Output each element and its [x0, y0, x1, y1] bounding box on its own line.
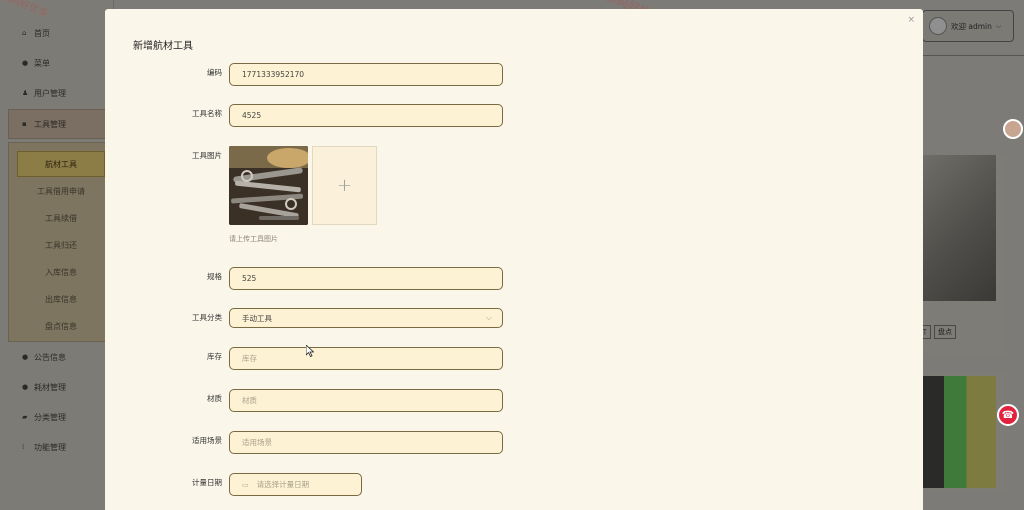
user-menu[interactable]: 欢迎 admin ⌵: [922, 10, 1014, 42]
close-icon[interactable]: ×: [907, 15, 915, 25]
material-field[interactable]: 材质: [229, 389, 503, 412]
field-label: 材质: [207, 394, 222, 403]
uploaded-image[interactable]: [229, 146, 308, 225]
field-label: 编码: [207, 68, 222, 77]
submenu: 航材工具 工具借用申请 工具续借 工具归还 入库信息 出库信息 盘点信息: [8, 142, 106, 342]
sidebar-item-users[interactable]: ♟ 用户管理: [8, 78, 106, 108]
stock-field[interactable]: 库存: [229, 347, 503, 370]
field-label: 计量日期: [192, 478, 222, 487]
assistant-avatar[interactable]: [1003, 119, 1023, 139]
category-select[interactable]: 手动工具 ⌵: [229, 308, 503, 328]
chevron-down-icon: ⌵: [485, 313, 492, 322]
menu-icon: ●: [22, 59, 29, 67]
submenu-item-return[interactable]: 工具归还: [17, 232, 105, 258]
chevron-down-icon: ⌵: [995, 21, 1002, 30]
mouse-cursor-icon: [306, 345, 314, 357]
sidebar-item-home[interactable]: ⌂ 首页: [8, 18, 106, 48]
phone-icon: ☎: [1001, 409, 1015, 421]
sidebar-item-category[interactable]: ▰ 分类管理: [8, 402, 106, 432]
field-label: 库存: [207, 352, 222, 361]
home-icon: ⌂: [22, 29, 27, 37]
dialog-title: 新增航材工具: [133, 41, 193, 52]
support-button[interactable]: ☎: [997, 404, 1019, 426]
sidebar: 航材工具 工具借用申请 工具续借 工具归还 入库信息 出库信息 盘点信息 ⌂ 首页…: [2, 0, 114, 510]
tool-name-field[interactable]: 4525: [229, 104, 503, 127]
folder-icon: ▰: [22, 413, 28, 421]
grid-icon: ⁞: [22, 443, 25, 451]
date-picker[interactable]: ▭ 请选择计量日期: [229, 473, 362, 496]
field-label: 工具名称: [192, 109, 222, 118]
sidebar-item-menu[interactable]: ● 菜单: [8, 48, 106, 78]
scene-field[interactable]: 适用场景: [229, 431, 503, 454]
tool-card-image: [922, 376, 996, 488]
inventory-tag-button[interactable]: 盘点: [934, 325, 956, 339]
sidebar-item-tools[interactable]: ▪ 工具管理: [8, 109, 106, 139]
divider: [922, 55, 1024, 56]
submenu-item-inventory[interactable]: 盘点信息: [17, 313, 105, 339]
user-icon: ♟: [22, 89, 29, 97]
sidebar-item-functions[interactable]: ⁞ 功能管理: [8, 432, 106, 462]
field-label: 规格: [207, 272, 222, 281]
submenu-item-renew[interactable]: 工具续借: [17, 205, 105, 231]
upload-hint: 请上传工具图片: [229, 235, 278, 243]
submenu-item-stock-out[interactable]: 出库信息: [17, 286, 105, 312]
calendar-icon: ▭: [242, 480, 249, 489]
avatar: [929, 17, 947, 35]
tool-card-image: [922, 155, 996, 301]
field-label: 工具分类: [192, 313, 222, 322]
spec-field[interactable]: 525: [229, 267, 503, 290]
tool-card[interactable]: [922, 372, 1006, 492]
code-field[interactable]: 1771333952170: [229, 63, 503, 86]
grid-icon: ▪: [22, 120, 27, 128]
sidebar-item-notice[interactable]: ● 公告信息: [8, 342, 106, 372]
plus-icon: +: [336, 175, 353, 196]
field-label: 工具图片: [192, 151, 222, 160]
submenu-item-stock-in[interactable]: 入库信息: [17, 259, 105, 285]
dot-icon: ●: [22, 353, 29, 361]
sidebar-item-consumables[interactable]: ● 耗材管理: [8, 372, 106, 402]
submenu-item-borrow[interactable]: 工具借用申请: [17, 178, 105, 204]
upload-add-button[interactable]: +: [312, 146, 377, 225]
field-label: 适用场景: [192, 436, 222, 445]
dot-icon: ●: [22, 383, 29, 391]
submenu-item-tools[interactable]: 航材工具: [17, 151, 105, 177]
add-tool-dialog: 新增航材工具 × 编码 1771333952170 工具名称 4525 工具图片…: [105, 9, 923, 510]
tools-photo: [229, 146, 308, 225]
